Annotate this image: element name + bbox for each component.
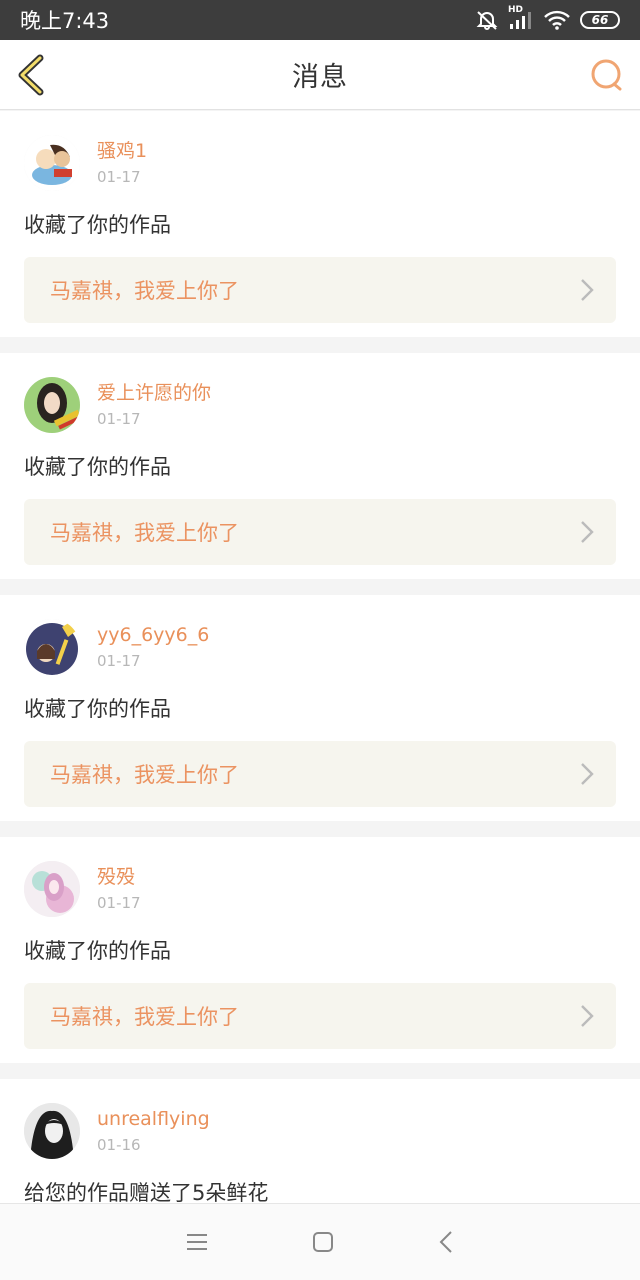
search-button[interactable] xyxy=(588,56,626,94)
work-title: 马嘉祺，我爱上你了 xyxy=(50,521,239,545)
work-title: 马嘉祺，我爱上你了 xyxy=(50,1005,239,1029)
search-icon xyxy=(591,59,622,91)
message-date: 01-17 xyxy=(97,410,141,428)
message-date: 01-16 xyxy=(97,1136,141,1154)
home-button[interactable] xyxy=(312,1231,334,1253)
message-list[interactable]: 骚鸡1 01-17 收藏了你的作品 马嘉祺，我爱上你了 爱上许愿的你 01-17… xyxy=(0,111,640,1203)
message-card: 爱上许愿的你 01-17 收藏了你的作品 马嘉祺，我爱上你了 xyxy=(0,353,640,579)
work-link[interactable]: 马嘉祺，我爱上你了 xyxy=(24,741,616,807)
battery-icon: 66 xyxy=(580,11,620,29)
avatar[interactable] xyxy=(24,135,80,191)
username[interactable]: 殁殁 xyxy=(97,865,141,889)
message-action: 给您的作品赠送了5朵鲜花 xyxy=(24,1181,269,1203)
avatar[interactable] xyxy=(24,377,80,433)
chevron-right-icon xyxy=(581,521,594,543)
wifi-icon xyxy=(544,10,570,30)
home-icon xyxy=(313,1232,333,1252)
network-label: HD xyxy=(508,5,524,15)
status-time: 晚上7:43 xyxy=(20,9,110,33)
work-link[interactable]: 马嘉祺，我爱上你了 xyxy=(24,499,616,565)
message-card: yy6_6yy6_6 01-17 收藏了你的作品 马嘉祺，我爱上你了 xyxy=(0,595,640,821)
menu-button[interactable] xyxy=(186,1232,208,1252)
message-action: 收藏了你的作品 xyxy=(24,213,171,237)
chevron-right-icon xyxy=(581,763,594,785)
work-link[interactable]: 马嘉祺，我爱上你了 xyxy=(24,257,616,323)
work-title: 马嘉祺，我爱上你了 xyxy=(50,763,239,787)
status-icons: HD 66 xyxy=(476,5,620,31)
message-date: 01-17 xyxy=(97,168,141,186)
status-bar: 晚上7:43 HD 66 xyxy=(0,0,640,40)
avatar[interactable] xyxy=(24,1103,80,1159)
chevron-right-icon xyxy=(581,279,594,301)
avatar[interactable] xyxy=(24,619,80,675)
message-card: 骚鸡1 01-17 收藏了你的作品 马嘉祺，我爱上你了 xyxy=(0,111,640,337)
avatar[interactable] xyxy=(24,861,80,917)
work-link[interactable]: 马嘉祺，我爱上你了 xyxy=(24,983,616,1049)
work-title: 马嘉祺，我爱上你了 xyxy=(50,279,239,303)
message-date: 01-17 xyxy=(97,894,141,912)
message-card: 殁殁 01-17 收藏了你的作品 马嘉祺，我爱上你了 xyxy=(0,837,640,1063)
header: 消息 xyxy=(0,40,640,110)
signal-icon: HD xyxy=(508,5,534,31)
back-icon xyxy=(439,1231,452,1253)
page-title: 消息 xyxy=(292,62,348,93)
message-date: 01-17 xyxy=(97,652,141,670)
system-back-button[interactable] xyxy=(438,1230,454,1254)
username[interactable]: 爱上许愿的你 xyxy=(97,381,211,405)
username[interactable]: 骚鸡1 xyxy=(97,139,147,163)
message-action: 收藏了你的作品 xyxy=(24,455,171,479)
system-nav-bar xyxy=(0,1203,640,1280)
message-action: 收藏了你的作品 xyxy=(24,939,171,963)
menu-icon xyxy=(187,1234,207,1250)
message-card: unrealflying 01-16 给您的作品赠送了5朵鲜花 xyxy=(0,1079,640,1203)
username[interactable]: yy6_6yy6_6 xyxy=(97,623,209,647)
back-chevron-icon xyxy=(18,54,44,96)
message-action: 收藏了你的作品 xyxy=(24,697,171,721)
back-button[interactable] xyxy=(14,54,50,96)
username[interactable]: unrealflying xyxy=(97,1107,210,1131)
mute-icon xyxy=(476,10,498,30)
chevron-right-icon xyxy=(581,1005,594,1027)
